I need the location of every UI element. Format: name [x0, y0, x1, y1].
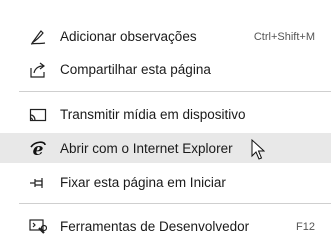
menu-divider [19, 203, 331, 204]
menu-item-open-internet-explorer[interactable]: e Abrir com o Internet Explorer [0, 133, 331, 163]
context-menu: Adicionar observações Ctrl+Shift+M Compa… [0, 0, 331, 242]
menu-item-label: Abrir com o Internet Explorer [60, 141, 233, 156]
menu-item-label: Compartilhar esta página [60, 62, 211, 77]
menu-item-add-notes[interactable]: Adicionar observações Ctrl+Shift+M [0, 21, 331, 51]
menu-item-label: Fixar esta página em Iniciar [60, 175, 226, 190]
menu-item-pin-to-start[interactable]: Fixar esta página em Iniciar [0, 167, 331, 197]
menu-item-shortcut: Ctrl+Shift+M [253, 31, 315, 43]
menu-item-label: Adicionar observações [60, 29, 197, 44]
share-icon [29, 61, 47, 79]
internet-explorer-icon: e [29, 140, 47, 158]
menu-item-cast-media[interactable]: Transmitir mídia em dispositivo [0, 99, 331, 129]
menu-item-developer-tools[interactable]: Ferramentas de Desenvolvedor F12 [0, 211, 331, 241]
developer-tools-icon [29, 218, 47, 236]
pen-note-icon [29, 28, 47, 46]
menu-item-share-page[interactable]: Compartilhar esta página [0, 54, 331, 84]
menu-divider [19, 91, 331, 92]
menu-item-label: Transmitir mídia em dispositivo [60, 107, 246, 122]
cast-icon [29, 106, 47, 124]
menu-item-shortcut: F12 [296, 221, 315, 233]
menu-item-label: Ferramentas de Desenvolvedor [60, 219, 250, 234]
pin-icon [29, 174, 47, 192]
mouse-cursor-icon [251, 138, 266, 161]
